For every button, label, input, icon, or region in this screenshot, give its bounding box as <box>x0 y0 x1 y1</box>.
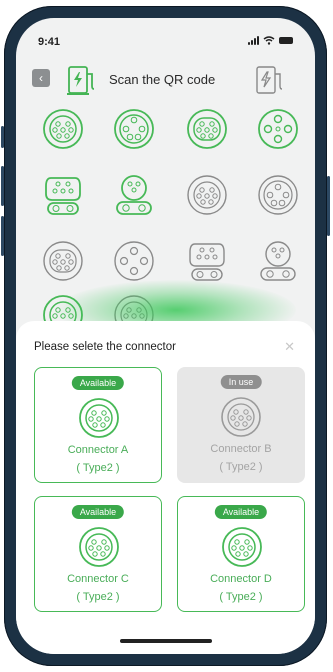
type2-icon[interactable] <box>184 172 230 218</box>
volume-down-button <box>1 216 4 256</box>
type2-icon <box>222 527 262 567</box>
chademo-icon[interactable] <box>255 172 301 218</box>
type2-icon[interactable] <box>40 238 86 284</box>
status-badge: In use <box>220 375 262 389</box>
connector-sheet: Please selete the connector ✕ Available … <box>16 321 315 654</box>
home-indicator[interactable] <box>120 639 212 643</box>
connector-type: ( Type2 ) <box>76 591 120 603</box>
back-button[interactable]: ‹ <box>32 69 50 87</box>
status-badge: Available <box>71 376 125 390</box>
status-time: 9:41 <box>38 36 61 48</box>
connector-card-b: In use Connector B ( Type2 ) <box>177 367 305 483</box>
app-screen: 9:41 ‹ Scan the QR code Please selete th… <box>16 18 315 654</box>
ccs-icon[interactable] <box>111 106 157 152</box>
type2-icon <box>221 397 261 437</box>
status-icons <box>248 36 293 45</box>
charging-station-icon <box>67 66 95 95</box>
connector-name: Connector B <box>210 443 272 455</box>
connector-type: ( Type2 ) <box>76 462 120 474</box>
connector-name: Connector C <box>67 573 129 585</box>
connector-type: ( Type2 ) <box>219 461 263 473</box>
connector-card-c[interactable]: Available Connector C ( Type2 ) <box>34 496 162 612</box>
ccs2-icon[interactable] <box>40 172 86 218</box>
mute-switch <box>1 126 4 148</box>
chevron-left-icon: ‹ <box>39 71 43 85</box>
status-badge: Available <box>214 505 268 519</box>
status-badge: Available <box>71 505 125 519</box>
type2-icon <box>79 527 119 567</box>
ccs2-icon[interactable] <box>184 238 230 284</box>
gbt-icon[interactable] <box>111 172 157 218</box>
wifi-icon <box>263 36 275 45</box>
chademo-icon[interactable] <box>111 238 157 284</box>
sheet-title: Please selete the connector <box>34 341 176 353</box>
connector-card-a[interactable]: Available Connector A ( Type2 ) <box>34 367 162 483</box>
close-icon[interactable]: ✕ <box>284 339 295 355</box>
type2-icon[interactable] <box>184 106 230 152</box>
charging-station-outline-icon <box>256 66 283 94</box>
signal-icon <box>248 36 259 45</box>
connector-type: ( Type2 ) <box>219 591 263 603</box>
page-title: Scan the QR code <box>109 72 216 87</box>
battery-icon <box>279 37 293 44</box>
gbt-icon[interactable] <box>255 238 301 284</box>
type2-icon <box>79 398 119 438</box>
header: ‹ Scan the QR code <box>16 60 315 100</box>
connector-card-d[interactable]: Available Connector D ( Type2 ) <box>177 496 305 612</box>
chademo-icon[interactable] <box>255 106 301 152</box>
volume-up-button <box>1 166 4 206</box>
phone-frame: 9:41 ‹ Scan the QR code Please selete th… <box>1 6 330 666</box>
connector-name: Connector D <box>210 573 272 585</box>
connector-name: Connector A <box>67 444 129 456</box>
type2-icon[interactable] <box>40 106 86 152</box>
power-button <box>327 176 330 236</box>
